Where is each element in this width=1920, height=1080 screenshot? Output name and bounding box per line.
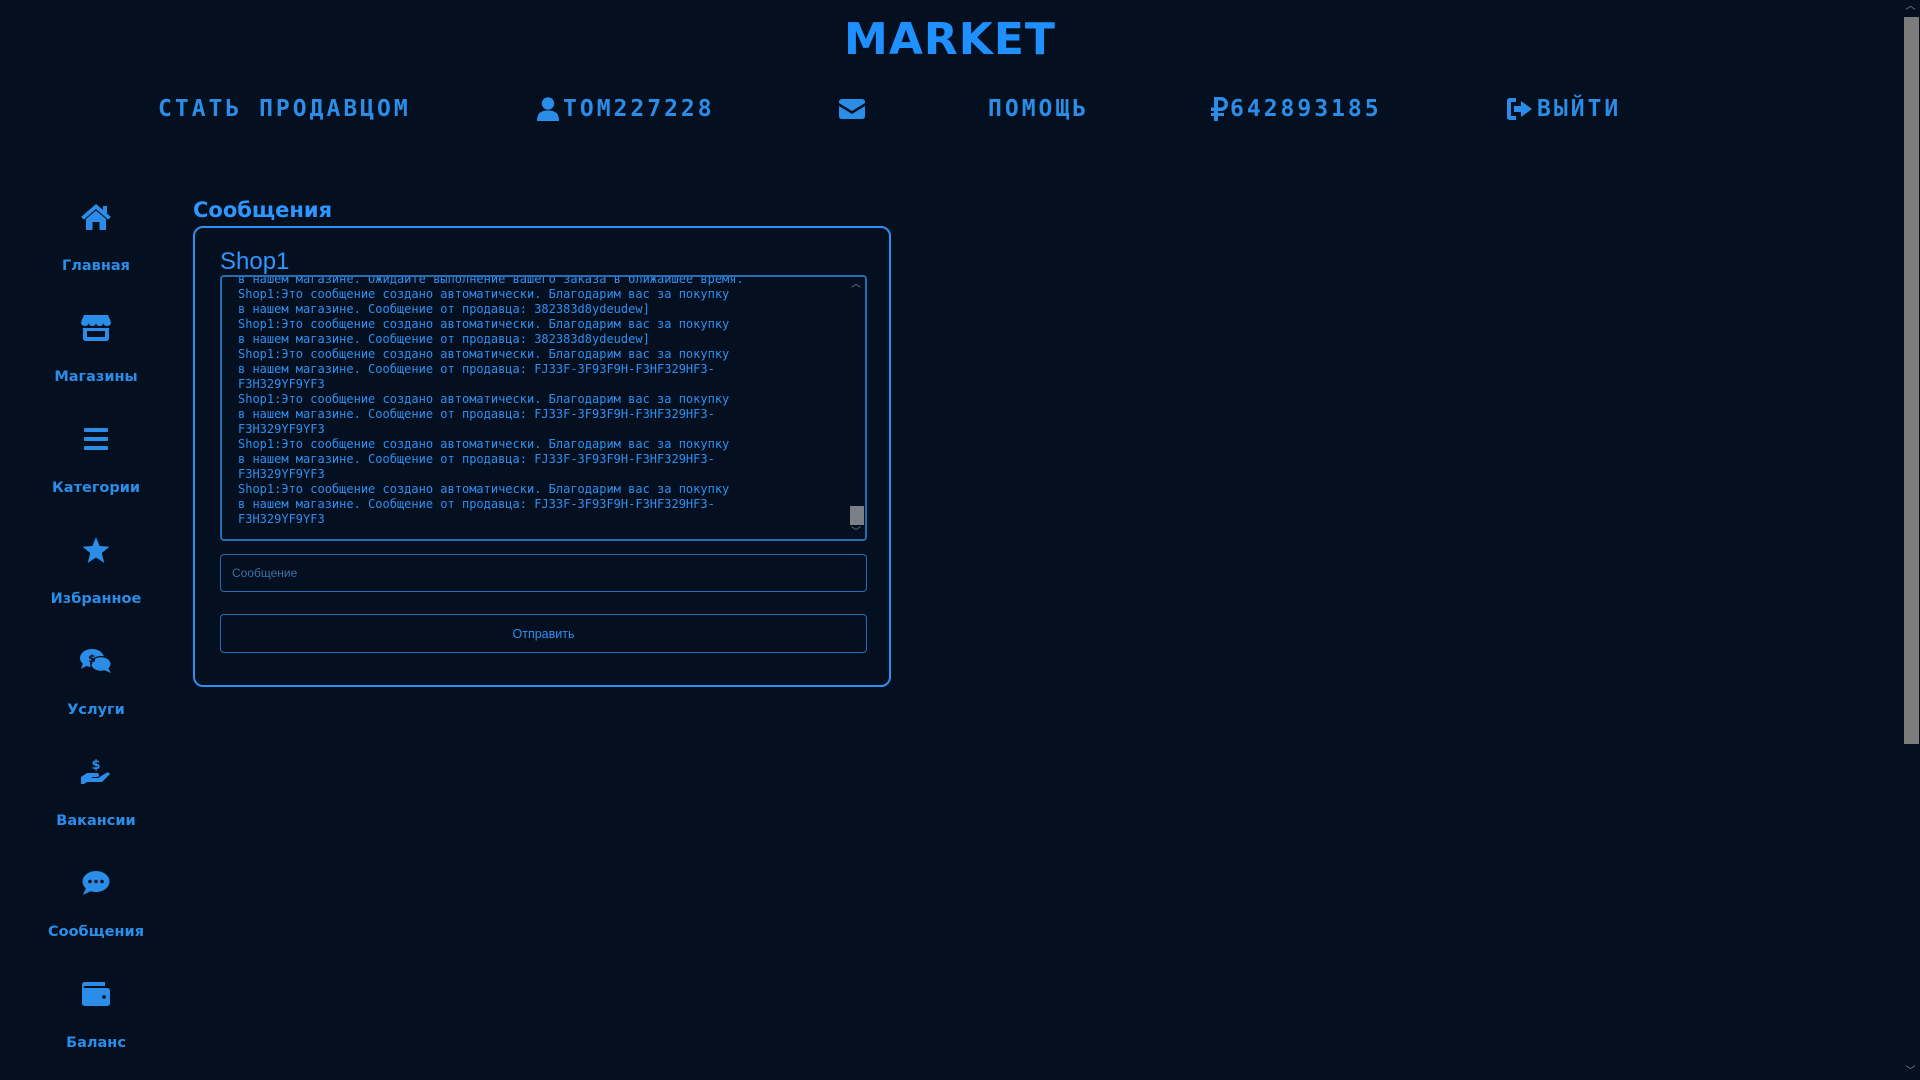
message-log-scroll-thumb[interactable] bbox=[850, 506, 864, 525]
chat-shop-name: Shop1 bbox=[220, 248, 290, 275]
sidebar-item-label: Магазины bbox=[54, 369, 138, 385]
balance-value: 642893185 bbox=[1230, 96, 1382, 122]
sidebar-item-label: Категории bbox=[51, 480, 141, 496]
message-log-scrollbar[interactable]: ︿ ﹀ bbox=[847, 277, 865, 539]
sidebar-item-label: Баланс bbox=[66, 1035, 126, 1051]
mail-link[interactable] bbox=[839, 92, 869, 126]
chat-panel: Shop1 в нашем магазине. Ожидайте выполне… bbox=[193, 226, 891, 687]
list-icon bbox=[84, 422, 108, 456]
logout-link[interactable]: ВЫЙТИ bbox=[1507, 92, 1621, 126]
sidebar-item-label: Главная bbox=[62, 258, 130, 274]
sidebar-item-label: Услуги bbox=[67, 702, 125, 718]
user-icon bbox=[537, 97, 559, 121]
help-label: ПОМОЩЬ bbox=[988, 96, 1090, 122]
balance-link[interactable]: 642893185 bbox=[1210, 92, 1382, 126]
sidebar-item-home[interactable]: Главная bbox=[40, 200, 152, 311]
chevron-down-icon[interactable]: ﹀ bbox=[1903, 1065, 1918, 1079]
sidebar-item-stores[interactable]: Магазины bbox=[40, 311, 152, 422]
hand-dollar-icon: $ bbox=[81, 755, 111, 789]
sidebar-item-label: Избранное bbox=[50, 591, 142, 607]
page-scroll-thumb[interactable] bbox=[1904, 17, 1919, 744]
help-link[interactable]: ПОМОЩЬ bbox=[988, 92, 1089, 126]
ruble-icon bbox=[1210, 97, 1229, 121]
sidebar: Главная Магазины Категории Избранное $ У… bbox=[40, 200, 152, 1080]
page-scrollbar[interactable]: ︿ ﹀ bbox=[1901, 0, 1920, 1080]
sidebar-item-services[interactable]: $ Услуги bbox=[40, 644, 152, 755]
chevron-down-icon[interactable]: ﹀ bbox=[850, 527, 862, 539]
svg-text:$: $ bbox=[88, 652, 96, 665]
become-seller-link[interactable]: СТАТЬ ПРОДАВЦОМ bbox=[158, 92, 411, 126]
sidebar-item-label: Вакансии bbox=[56, 813, 136, 829]
profile-link[interactable]: TOM227228 bbox=[537, 92, 715, 126]
comments-dollar-icon: $ bbox=[80, 644, 112, 678]
sign-out-icon bbox=[1507, 98, 1533, 120]
home-icon bbox=[81, 200, 111, 234]
send-button[interactable]: Отправить bbox=[220, 614, 867, 653]
top-nav: СТАТЬ ПРОДАВЦОМ TOM227228 ПОМОЩЬ 6428931… bbox=[0, 92, 1900, 126]
svg-text:$: $ bbox=[91, 758, 100, 773]
message-input[interactable] bbox=[220, 554, 867, 592]
chevron-up-icon[interactable]: ︿ bbox=[850, 279, 862, 291]
sidebar-item-categories[interactable]: Категории bbox=[40, 422, 152, 533]
wallet-icon bbox=[82, 977, 110, 1011]
logout-label: ВЫЙТИ bbox=[1537, 96, 1622, 122]
sidebar-item-favorites[interactable]: Избранное bbox=[40, 533, 152, 644]
become-seller-label: СТАТЬ ПРОДАВЦОМ bbox=[158, 96, 411, 122]
brand-logo[interactable]: MARKET bbox=[0, 14, 1900, 65]
comment-icon bbox=[82, 866, 110, 900]
page-title: Сообщения bbox=[193, 198, 333, 222]
store-icon bbox=[81, 311, 111, 345]
page: MARKET СТАТЬ ПРОДАВЦОМ TOM227228 ПОМОЩЬ … bbox=[0, 0, 1920, 1080]
envelope-icon bbox=[839, 99, 865, 119]
sidebar-item-messages[interactable]: Сообщения bbox=[40, 866, 152, 977]
username-label: TOM227228 bbox=[563, 96, 715, 122]
sidebar-item-label: Сообщения bbox=[47, 924, 145, 940]
sidebar-item-vacancies[interactable]: $ Вакансии bbox=[40, 755, 152, 866]
sidebar-item-balance[interactable]: Баланс bbox=[40, 977, 152, 1080]
star-icon bbox=[82, 533, 110, 567]
message-log[interactable]: в нашем магазине. Ожидайте выполнение ва… bbox=[220, 275, 867, 541]
message-log-text: в нашем магазине. Ожидайте выполнение ва… bbox=[238, 275, 744, 526]
chevron-up-icon[interactable]: ︿ bbox=[1903, 0, 1918, 14]
